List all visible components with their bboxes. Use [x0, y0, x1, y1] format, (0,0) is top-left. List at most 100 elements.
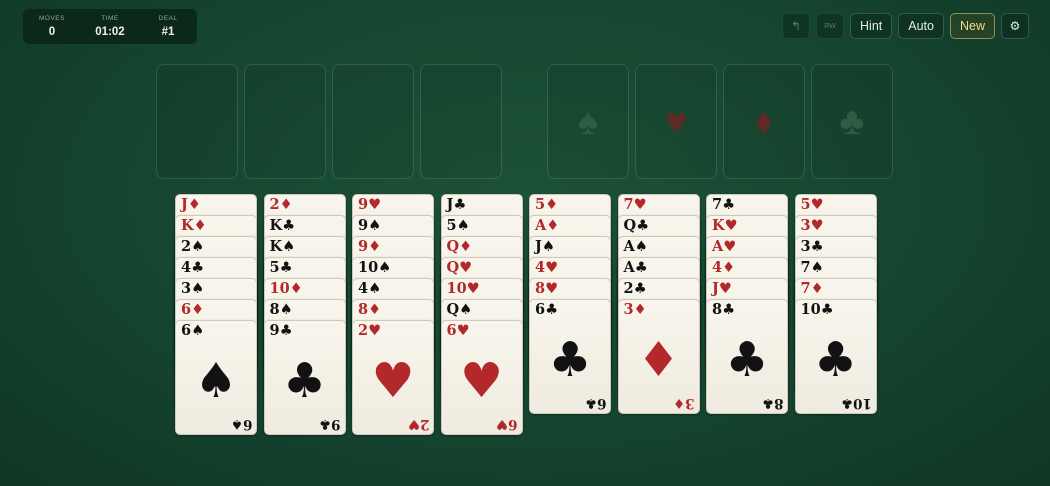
card-corner-label: 9♥	[358, 196, 382, 213]
card-corner-label: 9♣	[269, 322, 293, 339]
card-corner-label-inverted: 10♣	[840, 395, 872, 411]
undo-button[interactable]: ↰	[782, 13, 811, 39]
card-corner-label: 8♥	[535, 280, 559, 297]
card-corner-label: A♠	[623, 238, 648, 255]
card-suit-pip: ♣	[282, 353, 327, 409]
card-corner-label-inverted: 8♣	[761, 395, 784, 411]
foundation-diamonds[interactable]: ♦	[723, 64, 805, 179]
rewind-button[interactable]: RW	[816, 13, 845, 39]
free-cell-4[interactable]	[420, 64, 502, 179]
card-corner-label-inverted: 2♥	[407, 416, 430, 432]
card-corner-label: 5♦	[535, 196, 559, 213]
time-label: TIME	[101, 15, 119, 22]
card-corner-label: Q♥	[446, 259, 473, 276]
card-corner-label: 2♣	[623, 280, 647, 297]
heart-icon: ♥	[664, 100, 688, 143]
card-corner-label: 8♦	[358, 301, 382, 318]
tableau-card-top[interactable]: 2♥ ♥ 2♥	[352, 320, 434, 435]
card-corner-label-inverted: 6♠	[230, 416, 253, 432]
card-corner-label: K♦	[181, 217, 207, 234]
tableau-card-top[interactable]: 8♣ ♣ 8♣	[706, 299, 788, 414]
card-corner-label: J♦	[181, 196, 201, 213]
foundation-clubs[interactable]: ♣	[811, 64, 893, 179]
card-suit-pip: ♦	[636, 332, 681, 388]
card-corner-label: 3♥	[800, 217, 824, 234]
card-corner-label: 4♥	[535, 259, 559, 276]
card-corner-label: K♠	[269, 238, 296, 255]
card-corner-label: 4♠	[358, 280, 382, 297]
card-corner-label-inverted: 6♣	[584, 395, 607, 411]
card-corner-label: 6♣	[535, 301, 559, 318]
deal-value: #1	[161, 26, 175, 38]
card-corner-label: 5♠	[446, 217, 470, 234]
card-corner-label: 9♠	[358, 217, 382, 234]
card-corner-label: 8♣	[712, 301, 736, 318]
diamond-icon: ♦	[754, 100, 774, 143]
card-corner-label: 2♠	[181, 238, 205, 255]
card-corner-label: Q♦	[446, 238, 473, 255]
tableau-card-top[interactable]: 3♦ ♦ 3♦	[617, 299, 700, 414]
card-corner-label: 6♦	[181, 301, 205, 318]
card-corner-label: 5♣	[269, 259, 293, 276]
card-corner-label: 4♦	[712, 259, 736, 276]
card-corner-label: 4♣	[181, 259, 205, 276]
card-corner-label: 2♥	[358, 322, 382, 339]
card-corner-label: 8♠	[269, 301, 293, 318]
card-corner-label: Q♣	[623, 217, 650, 234]
card-corner-label: K♥	[712, 217, 738, 234]
moves-value: 0	[48, 26, 56, 38]
new-game-button[interactable]: New	[949, 13, 995, 39]
card-corner-label: A♦	[535, 217, 560, 234]
free-cell-2[interactable]	[244, 64, 326, 179]
card-corner-label: 6♠	[181, 322, 205, 339]
card-corner-label: 10♥	[446, 280, 480, 297]
card-corner-label: 3♣	[800, 238, 824, 255]
card-corner-label: A♣	[623, 259, 648, 276]
undo-icon: ↰	[791, 19, 802, 33]
card-corner-label: 7♥	[623, 196, 647, 213]
card-corner-label: 9♦	[358, 238, 382, 255]
card-corner-label: J♥	[712, 280, 732, 297]
toolbar: ↰ RW Hint Auto New ⚙	[782, 13, 1029, 39]
card-corner-label: K♣	[269, 217, 296, 234]
card-corner-label: 7♠	[800, 259, 824, 276]
tableau-card-top[interactable]: 6♣ ♣ 6♣	[529, 299, 611, 414]
card-suit-pip: ♣	[548, 332, 592, 388]
settings-button[interactable]: ⚙	[1001, 13, 1029, 39]
card-corner-label-inverted: 3♦	[673, 395, 695, 411]
gear-icon: ⚙	[1009, 19, 1021, 33]
card-suit-pip: ♠	[194, 353, 238, 409]
time-stat: TIME 01:02	[82, 15, 138, 38]
tableau-card-top[interactable]: 10♣ ♣ 10♣	[794, 299, 877, 414]
card-corner-label: 7♣	[712, 196, 736, 213]
tableau-card-top[interactable]: 6♥ ♥ 6♥	[440, 320, 523, 435]
tableau-card-top[interactable]: 6♠ ♠ 6♠	[175, 320, 257, 435]
club-icon: ♣	[839, 100, 865, 143]
card-suit-pip: ♣	[725, 332, 769, 388]
deal-stat: DEAL #1	[140, 15, 196, 38]
card-corner-label: 10♣	[800, 301, 834, 318]
card-corner-label: 10♠	[358, 259, 392, 276]
tableau-card-top[interactable]: 9♣ ♣ 9♣	[263, 320, 346, 435]
foundation-hearts[interactable]: ♥	[635, 64, 717, 179]
card-corner-label: 5♥	[800, 196, 824, 213]
card-corner-label: 6♥	[446, 322, 470, 339]
card-corner-label-inverted: 6♥	[496, 416, 518, 432]
card-corner-label: Q♠	[446, 301, 473, 318]
card-suit-pip: ♥	[371, 353, 415, 409]
card-corner-label: 2♦	[269, 196, 293, 213]
spade-icon: ♠	[577, 100, 599, 143]
free-cell-1[interactable]	[156, 64, 238, 179]
card-corner-label: J♠	[535, 238, 555, 255]
hint-button[interactable]: Hint	[850, 13, 893, 39]
moves-label: MOVES	[39, 15, 65, 22]
card-corner-label: 3♠	[181, 280, 205, 297]
card-corner-label: J♣	[446, 196, 467, 213]
card-corner-label: 10♦	[269, 280, 303, 297]
auto-button[interactable]: Auto	[898, 13, 944, 39]
moves-stat: MOVES 0	[24, 15, 80, 38]
deal-label: DEAL	[158, 15, 178, 22]
time-value: 01:02	[95, 26, 125, 38]
free-cell-3[interactable]	[332, 64, 414, 179]
foundation-spades[interactable]: ♠	[547, 64, 629, 179]
